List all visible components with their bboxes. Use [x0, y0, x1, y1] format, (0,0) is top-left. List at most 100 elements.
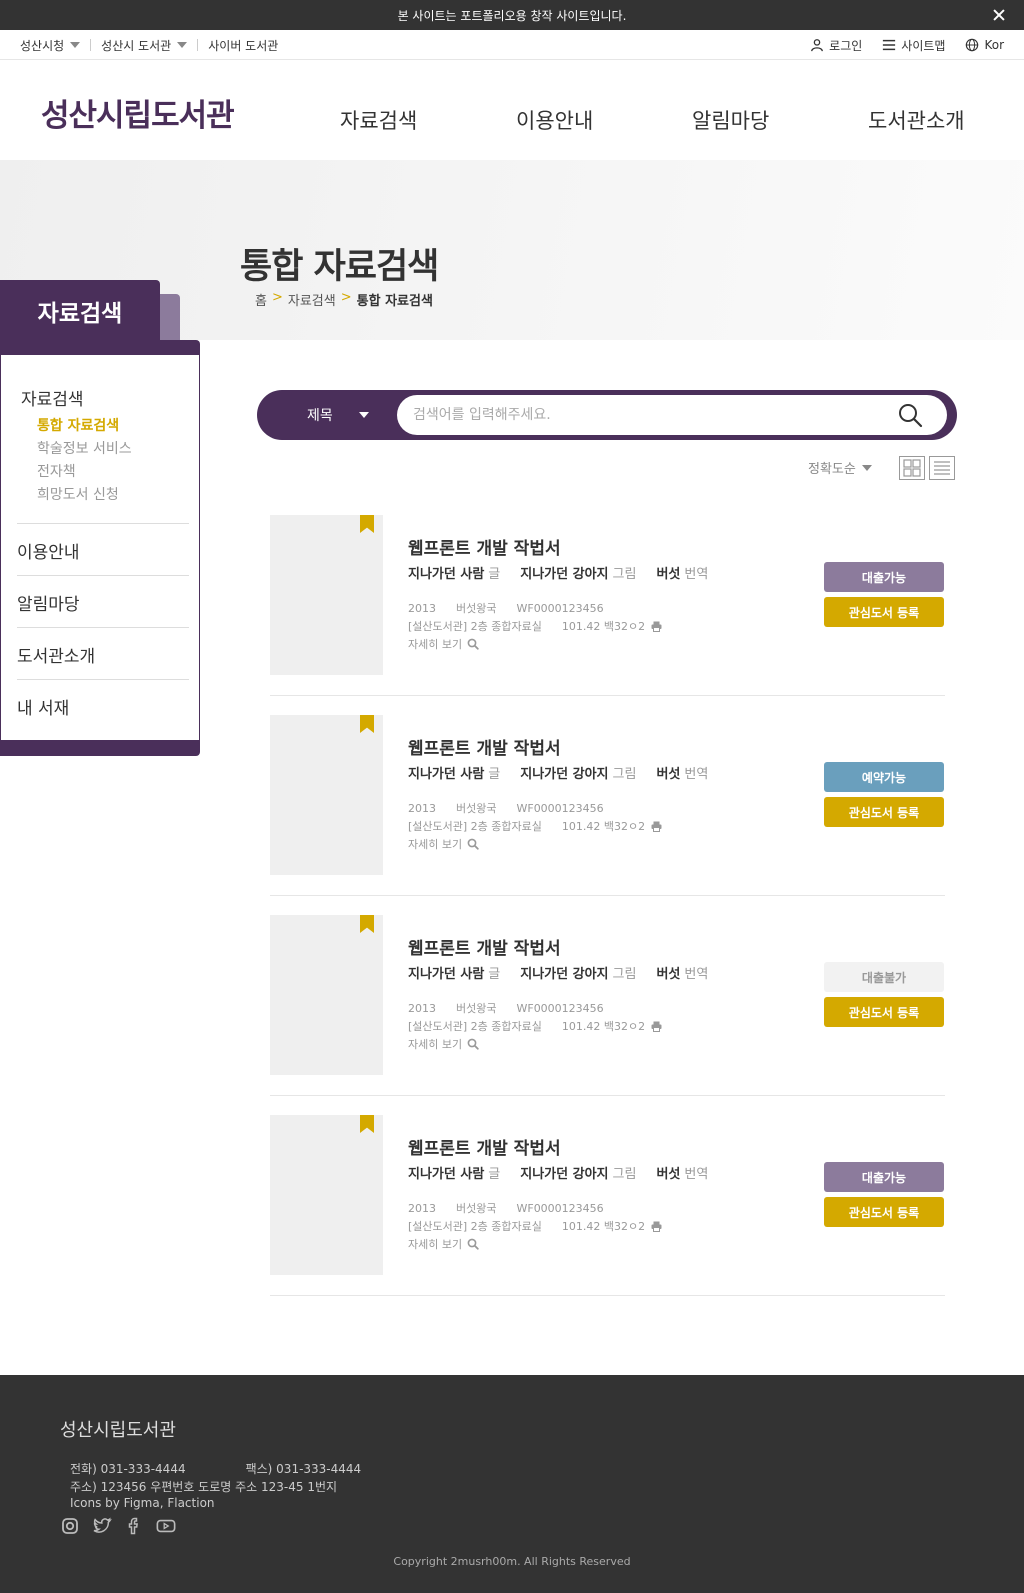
author-credit: 지나가던 사람 글 [408, 767, 501, 782]
book-title[interactable]: 웹프론트 개발 작법서 [408, 734, 561, 759]
print-icon[interactable] [651, 621, 662, 632]
book-location: [설산도서관] 2층 종합자료실 101.42 백32ㅇ2 [408, 818, 662, 834]
divider [270, 1095, 945, 1096]
add-favorite-button[interactable]: 관심도서 등록 [824, 997, 944, 1027]
author-credit: 버섯 번역 [656, 567, 709, 582]
book-publication: 2013 버섯왕국 WF0000123456 [408, 1000, 604, 1016]
close-icon[interactable] [990, 6, 1008, 24]
instagram-icon[interactable] [60, 1516, 80, 1536]
print-icon[interactable] [651, 1021, 662, 1032]
twitter-icon[interactable] [92, 1516, 112, 1536]
breadcrumb: 홈 > 자료검색 > 통합 자료검색 [255, 290, 433, 309]
add-favorite-button[interactable]: 관심도서 등록 [824, 797, 944, 827]
book-title[interactable]: 웹프론트 개발 작법서 [408, 1134, 561, 1159]
side-top-bar [0, 340, 200, 355]
result-item: 웹프론트 개발 작법서 지나가던 사람 글 지나가던 강아지 그림 버섯 번역 201… [270, 915, 945, 1115]
site-logo[interactable]: 성산시립도서관 [41, 90, 235, 135]
detail-link[interactable]: 자세히 보기 [408, 636, 479, 652]
print-icon[interactable] [651, 1221, 662, 1232]
book-authors: 지나가던 사람 글 지나가던 강아지 그림 버섯 번역 [408, 963, 708, 982]
book-cover[interactable] [270, 1115, 383, 1275]
notice-bar: 본 사이트는 포트폴리오용 창작 사이트입니다. [0, 0, 1024, 30]
book-authors: 지나가던 사람 글 지나가던 강아지 그림 버섯 번역 [408, 763, 708, 782]
book-authors: 지나가던 사람 글 지나가던 강아지 그림 버섯 번역 [408, 1163, 708, 1182]
footer-contact: 전화) 031-333-4444 팩스) 031-333-4444 [70, 1460, 361, 1477]
book-title[interactable]: 웹프론트 개발 작법서 [408, 934, 561, 959]
facebook-icon[interactable] [124, 1516, 144, 1536]
menu-icon [883, 39, 896, 51]
globe-icon [966, 38, 979, 52]
book-cover[interactable] [270, 515, 383, 675]
search-input[interactable] [397, 395, 947, 435]
shelf-location: [설산도서관] 2층 종합자료실 [408, 620, 542, 633]
publication-year: 2013 [408, 1201, 436, 1215]
magnifier-icon [467, 838, 479, 850]
side-sub-book-request[interactable]: 희망도서 신청 [37, 484, 119, 504]
shelf-location: [설산도서관] 2층 종합자료실 [408, 1220, 542, 1233]
util-link-city-hall[interactable]: 성산시청 [20, 37, 81, 54]
sort-select[interactable]: 정확도순 [808, 458, 872, 477]
availability-button[interactable]: 대출가능 [824, 1162, 944, 1192]
author-credit: 지나가던 강아지 그림 [520, 767, 637, 782]
add-favorite-button[interactable]: 관심도서 등록 [824, 597, 944, 627]
shelf-location: [설산도서관] 2층 종합자료실 [408, 820, 542, 833]
language-selector[interactable]: Kor [965, 38, 1004, 52]
nav-item-about[interactable]: 도서관소개 [868, 105, 965, 135]
availability-button[interactable]: 대출가능 [824, 562, 944, 592]
side-menu-my-library[interactable]: 내 서재 [17, 694, 69, 719]
grid-view-button[interactable] [899, 456, 925, 480]
nav-item-search[interactable]: 자료검색 [340, 105, 417, 135]
footer-phone: 전화) 031-333-4444 [70, 1462, 186, 1476]
copyright: Copyright 2musrh00m. All Rights Reserved [393, 1555, 631, 1568]
print-icon[interactable] [651, 821, 662, 832]
detail-link[interactable]: 자세히 보기 [408, 836, 479, 852]
nav-item-notice[interactable]: 알림마당 [692, 105, 769, 135]
side-menu-notice[interactable]: 알림마당 [17, 590, 80, 615]
result-item: 웹프론트 개발 작법서 지나가던 사람 글 지나가던 강아지 그림 버섯 번역 201… [270, 515, 945, 715]
user-icon [811, 39, 824, 52]
book-location: [설산도서관] 2층 종합자료실 101.42 백32ㅇ2 [408, 1218, 662, 1234]
sitemap-link[interactable]: 사이트맵 [882, 37, 945, 54]
divider [197, 39, 199, 51]
registration-code: WF0000123456 [516, 801, 604, 815]
divider [90, 39, 92, 51]
nav-item-guide[interactable]: 이용안내 [516, 105, 593, 135]
book-publication: 2013 버섯왕국 WF0000123456 [408, 800, 604, 816]
youtube-icon[interactable] [156, 1516, 176, 1536]
search-field-select[interactable]: 제목 [307, 390, 387, 440]
author-credit: 지나가던 강아지 그림 [520, 1167, 637, 1182]
list-view-icon [934, 461, 950, 475]
login-link[interactable]: 로그인 [810, 37, 862, 54]
author-credit: 지나가던 사람 글 [408, 1167, 501, 1182]
call-number: 101.42 백32ㅇ2 [562, 818, 662, 834]
chevron-down-icon [861, 464, 872, 471]
breadcrumb-home[interactable]: 홈 [255, 290, 267, 309]
book-cover[interactable] [270, 715, 383, 875]
search-icon[interactable] [897, 402, 923, 428]
registration-code: WF0000123456 [516, 601, 604, 615]
book-authors: 지나가던 사람 글 지나가던 강아지 그림 버섯 번역 [408, 563, 708, 582]
side-group-title[interactable]: 자료검색 [21, 385, 84, 410]
util-link-cyber-library[interactable]: 사이버 도서관 [208, 37, 278, 54]
availability-button[interactable]: 예약가능 [824, 762, 944, 792]
side-bottom-bar [0, 741, 200, 756]
book-cover[interactable] [270, 915, 383, 1075]
breadcrumb-separator: > [271, 290, 283, 305]
add-favorite-button[interactable]: 관심도서 등록 [824, 1197, 944, 1227]
book-title[interactable]: 웹프론트 개발 작법서 [408, 534, 561, 559]
detail-link[interactable]: 자세히 보기 [408, 1036, 479, 1052]
availability-button[interactable]: 대출불가 [824, 962, 944, 992]
side-tab-title: 자료검색 [0, 280, 160, 342]
detail-link[interactable]: 자세히 보기 [408, 1236, 479, 1252]
list-view-button[interactable] [929, 456, 955, 480]
footer-credits: Icons by Figma, Flaction [70, 1496, 215, 1510]
breadcrumb-section[interactable]: 자료검색 [288, 290, 336, 309]
footer-address: 주소) 123456 우편번호 도로명 주소 123-45 1번지 [70, 1480, 338, 1494]
side-sub-ebook[interactable]: 전자책 [37, 461, 76, 481]
side-sub-integrated-search[interactable]: 통합 자료검색 [37, 415, 119, 435]
side-sub-academic-info[interactable]: 학술정보 서비스 [37, 438, 132, 458]
footer-fax: 팩스) 031-333-4444 [245, 1462, 362, 1476]
side-menu-about[interactable]: 도서관소개 [17, 642, 95, 667]
util-link-city-library[interactable]: 성산시 도서관 [101, 37, 188, 54]
side-menu-guide[interactable]: 이용안내 [17, 538, 80, 563]
